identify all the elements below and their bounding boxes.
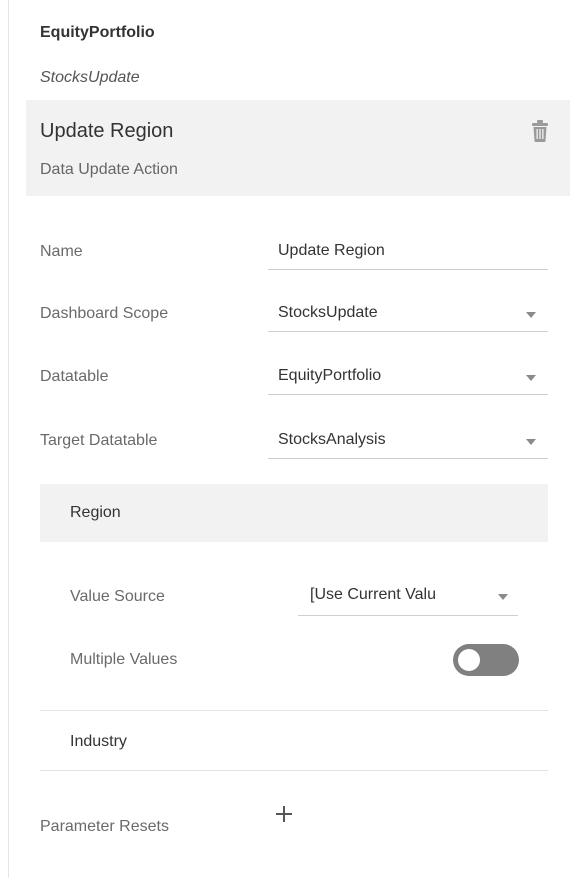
plus-icon-bar <box>283 806 285 822</box>
chevron-down-icon <box>526 312 536 318</box>
divider <box>40 770 548 771</box>
panel-left-border <box>8 0 9 878</box>
trash-icon[interactable] <box>532 120 548 142</box>
chevron-down-icon <box>526 375 536 381</box>
datatable-value: EquityPortfolio <box>278 367 382 384</box>
value-source-label: Value Source <box>70 588 165 605</box>
datatable-title: EquityPortfolio <box>40 24 155 41</box>
dashboard-scope-value: StocksUpdate <box>278 304 378 321</box>
divider <box>40 710 548 711</box>
toggle-knob <box>458 649 480 671</box>
chevron-down-icon <box>498 594 508 600</box>
dashboard-scope-select[interactable]: StocksUpdate <box>268 298 548 332</box>
target-datatable-value: StocksAnalysis <box>278 431 386 448</box>
industry-mapping-label[interactable]: Industry <box>70 733 127 751</box>
chevron-down-icon <box>526 439 536 445</box>
multiple-values-toggle[interactable] <box>453 644 519 676</box>
plus-icon[interactable] <box>276 806 292 822</box>
action-settings-panel: EquityPortfolio StocksUpdate Update Regi… <box>0 0 570 878</box>
dashboard-subtitle: StocksUpdate <box>40 69 140 86</box>
parameter-resets-label: Parameter Resets <box>40 818 169 835</box>
action-title: Update Region <box>40 120 174 142</box>
value-source-value: [Use Current Valu <box>310 586 436 603</box>
multiple-values-label: Multiple Values <box>70 651 178 668</box>
value-source-select[interactable]: [Use Current Valu <box>298 580 518 616</box>
region-mapping-label: Region <box>70 504 121 521</box>
dashboard-scope-label: Dashboard Scope <box>40 305 169 322</box>
name-input-value: Update Region <box>278 242 385 259</box>
name-input[interactable]: Update Region <box>268 236 548 270</box>
datatable-select[interactable]: EquityPortfolio <box>268 361 548 395</box>
name-label: Name <box>40 243 83 260</box>
region-mapping-header[interactable]: Region <box>40 484 548 542</box>
action-type: Data Update Action <box>40 161 178 178</box>
datatable-label: Datatable <box>40 368 109 385</box>
action-header[interactable]: Update Region Data Update Action <box>26 100 570 196</box>
target-datatable-label: Target Datatable <box>40 432 158 449</box>
target-datatable-select[interactable]: StocksAnalysis <box>268 425 548 459</box>
